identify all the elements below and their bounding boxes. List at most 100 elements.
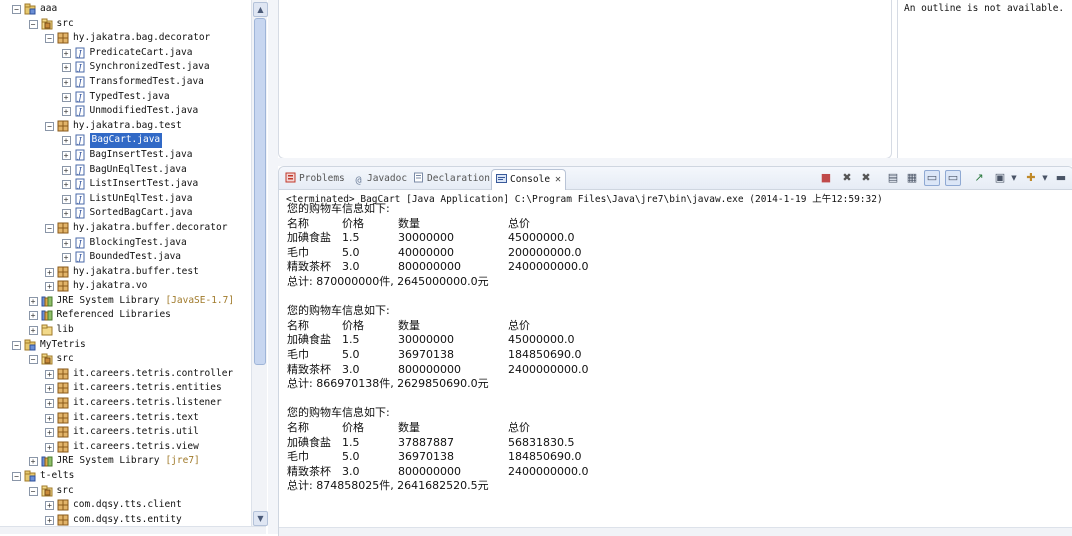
tree-item[interactable]: + it.careers.tetris.util <box>0 425 250 440</box>
tree-item[interactable]: − aaa <box>0 2 250 17</box>
expand-icon[interactable]: + <box>61 92 71 102</box>
scroll-lock-icon[interactable]: ▦ <box>904 170 920 186</box>
scroll-down-arrow-icon[interactable]: ▼ <box>253 511 268 526</box>
remove-launch-icon[interactable]: ✖ <box>839 170 855 186</box>
tree-item[interactable]: + com.dqsy.tts.client <box>0 498 250 513</box>
expand-icon[interactable]: + <box>45 428 54 438</box>
tree-item[interactable]: + hy.jakatra.vo <box>0 279 250 294</box>
tree-item-label: it.careers.tetris.entities <box>73 381 222 396</box>
tab-console[interactable]: Console ✕ <box>491 169 567 190</box>
tree-item[interactable]: − MyTetris <box>0 338 250 353</box>
collapse-icon[interactable]: − <box>12 340 21 350</box>
expand-icon[interactable]: + <box>45 501 54 511</box>
expand-icon[interactable]: + <box>61 63 71 73</box>
minimize-icon[interactable]: ▬ <box>1053 170 1069 186</box>
expand-icon[interactable]: + <box>61 253 71 263</box>
expand-icon[interactable]: + <box>61 136 71 146</box>
expand-icon[interactable]: + <box>45 384 54 394</box>
expand-icon[interactable]: + <box>45 282 54 292</box>
expand-icon[interactable]: + <box>28 326 38 336</box>
tree-item[interactable]: − hy.jakatra.bag.decorator <box>0 31 250 46</box>
tab-javadoc[interactable]: @ Javadoc <box>353 170 407 188</box>
expand-icon[interactable]: + <box>45 515 54 525</box>
expand-icon[interactable]: + <box>45 413 54 423</box>
tree-item[interactable]: + J TransformedTest.java <box>0 75 250 90</box>
expand-icon[interactable]: + <box>61 180 71 190</box>
tab-problems[interactable]: Problems <box>285 170 345 188</box>
chevron-down-icon[interactable]: ▼ <box>1006 170 1022 186</box>
tree-item[interactable]: + hy.jakatra.buffer.test <box>0 265 250 280</box>
explorer-horizontal-scrollbar[interactable] <box>0 526 266 534</box>
tree-item[interactable]: − src <box>0 484 250 499</box>
expand-icon[interactable]: + <box>61 77 71 87</box>
tree-item[interactable]: + J ListInsertTest.java <box>0 177 250 192</box>
tree-item[interactable]: + J BagCart.java <box>0 133 250 148</box>
expand-icon[interactable]: + <box>61 238 71 248</box>
expand-icon[interactable]: + <box>45 442 54 452</box>
tree-item[interactable]: + J UnmodifiedTest.java <box>0 104 250 119</box>
show-on-stdout-icon[interactable]: ▭ <box>924 170 940 186</box>
close-icon[interactable]: ✕ <box>555 174 561 185</box>
collapse-icon[interactable]: − <box>12 5 21 14</box>
sash-horizontal[interactable] <box>268 158 1072 166</box>
expand-icon[interactable]: + <box>61 150 71 160</box>
tree-item[interactable]: + J ListUnEqlTest.java <box>0 192 250 207</box>
tree-item[interactable]: + J BagUnEqlTest.java <box>0 163 250 178</box>
collapse-icon[interactable]: − <box>28 486 38 496</box>
chevron-down-icon[interactable]: ▼ <box>1037 170 1053 186</box>
tree-item[interactable]: + lib <box>0 323 250 338</box>
tree-item[interactable]: + J BoundedTest.java <box>0 250 250 265</box>
scrollbar-thumb[interactable] <box>254 18 266 365</box>
expand-icon[interactable]: + <box>28 311 38 321</box>
tree-item[interactable]: + it.careers.tetris.listener <box>0 396 250 411</box>
tree-item[interactable]: + J SortedBagCart.java <box>0 206 250 221</box>
tree-item[interactable]: + JRE System Library [jre7] <box>0 454 250 469</box>
sash[interactable] <box>268 0 278 534</box>
expand-icon[interactable]: + <box>61 194 71 204</box>
expand-icon[interactable]: + <box>61 209 71 219</box>
console-output[interactable]: 您的购物车信息如下: 名称 价格 数量 总价 加碘食盐 1.5 30000000 4500000… <box>287 202 1067 494</box>
expand-icon[interactable]: + <box>28 457 38 467</box>
tab-declaration[interactable]: Declaration <box>413 170 490 188</box>
collapse-icon[interactable]: − <box>45 34 54 44</box>
remove-all-terminated-icon[interactable]: ✖ <box>858 170 874 186</box>
expand-icon[interactable]: + <box>45 369 54 379</box>
pin-console-icon[interactable]: ↗ <box>971 170 987 186</box>
console-horizontal-scrollbar[interactable] <box>279 527 1072 536</box>
expand-icon[interactable]: + <box>61 165 71 175</box>
tree-item[interactable]: + it.careers.tetris.text <box>0 411 250 426</box>
collapse-icon[interactable]: − <box>45 121 54 131</box>
tree-item[interactable]: + it.careers.tetris.entities <box>0 381 250 396</box>
collapse-icon[interactable]: − <box>45 223 54 233</box>
clear-console-icon[interactable]: ▤ <box>885 170 901 186</box>
expand-icon[interactable]: + <box>61 107 71 117</box>
terminate-icon[interactable]: ■ <box>818 170 834 186</box>
tree-item[interactable]: − src <box>0 17 250 32</box>
collapse-icon[interactable]: − <box>28 355 38 365</box>
editor-area[interactable] <box>278 0 892 159</box>
tree-item[interactable]: − src <box>0 352 250 367</box>
cell: 名称 <box>287 216 309 230</box>
tree-item[interactable]: − hy.jakatra.buffer.decorator <box>0 221 250 236</box>
tree-item[interactable]: + JRE System Library [JavaSE-1.7] <box>0 294 250 309</box>
expand-icon[interactable]: + <box>45 399 54 409</box>
explorer-vertical-scrollbar[interactable]: ▲ ▼ <box>251 0 268 526</box>
tree-item[interactable]: + J SynchronizedTest.java <box>0 60 250 75</box>
collapse-icon[interactable]: − <box>12 472 21 481</box>
expand-icon[interactable]: + <box>61 48 71 58</box>
show-on-stderr-icon[interactable]: ▭ <box>945 170 961 186</box>
collapse-icon[interactable]: − <box>28 19 38 29</box>
tree-item[interactable]: + J TypedTest.java <box>0 90 250 105</box>
tree-item[interactable]: + it.careers.tetris.controller <box>0 367 250 382</box>
tree-item[interactable]: − hy.jakatra.bag.test <box>0 119 250 134</box>
cart-row: 加碘食盐 1.5 30000000 45000000.0 <box>287 231 1067 246</box>
tree-item[interactable]: − t-elts <box>0 469 250 484</box>
tree-item[interactable]: + Referenced Libraries <box>0 308 250 323</box>
expand-icon[interactable]: + <box>28 296 38 306</box>
scroll-up-arrow-icon[interactable]: ▲ <box>253 2 268 17</box>
tree-item[interactable]: + J BlockingTest.java <box>0 236 250 251</box>
tree-item[interactable]: + J PredicateCart.java <box>0 46 250 61</box>
tree-item[interactable]: + it.careers.tetris.view <box>0 440 250 455</box>
tree-item[interactable]: + J BagInsertTest.java <box>0 148 250 163</box>
expand-icon[interactable]: + <box>45 267 54 277</box>
